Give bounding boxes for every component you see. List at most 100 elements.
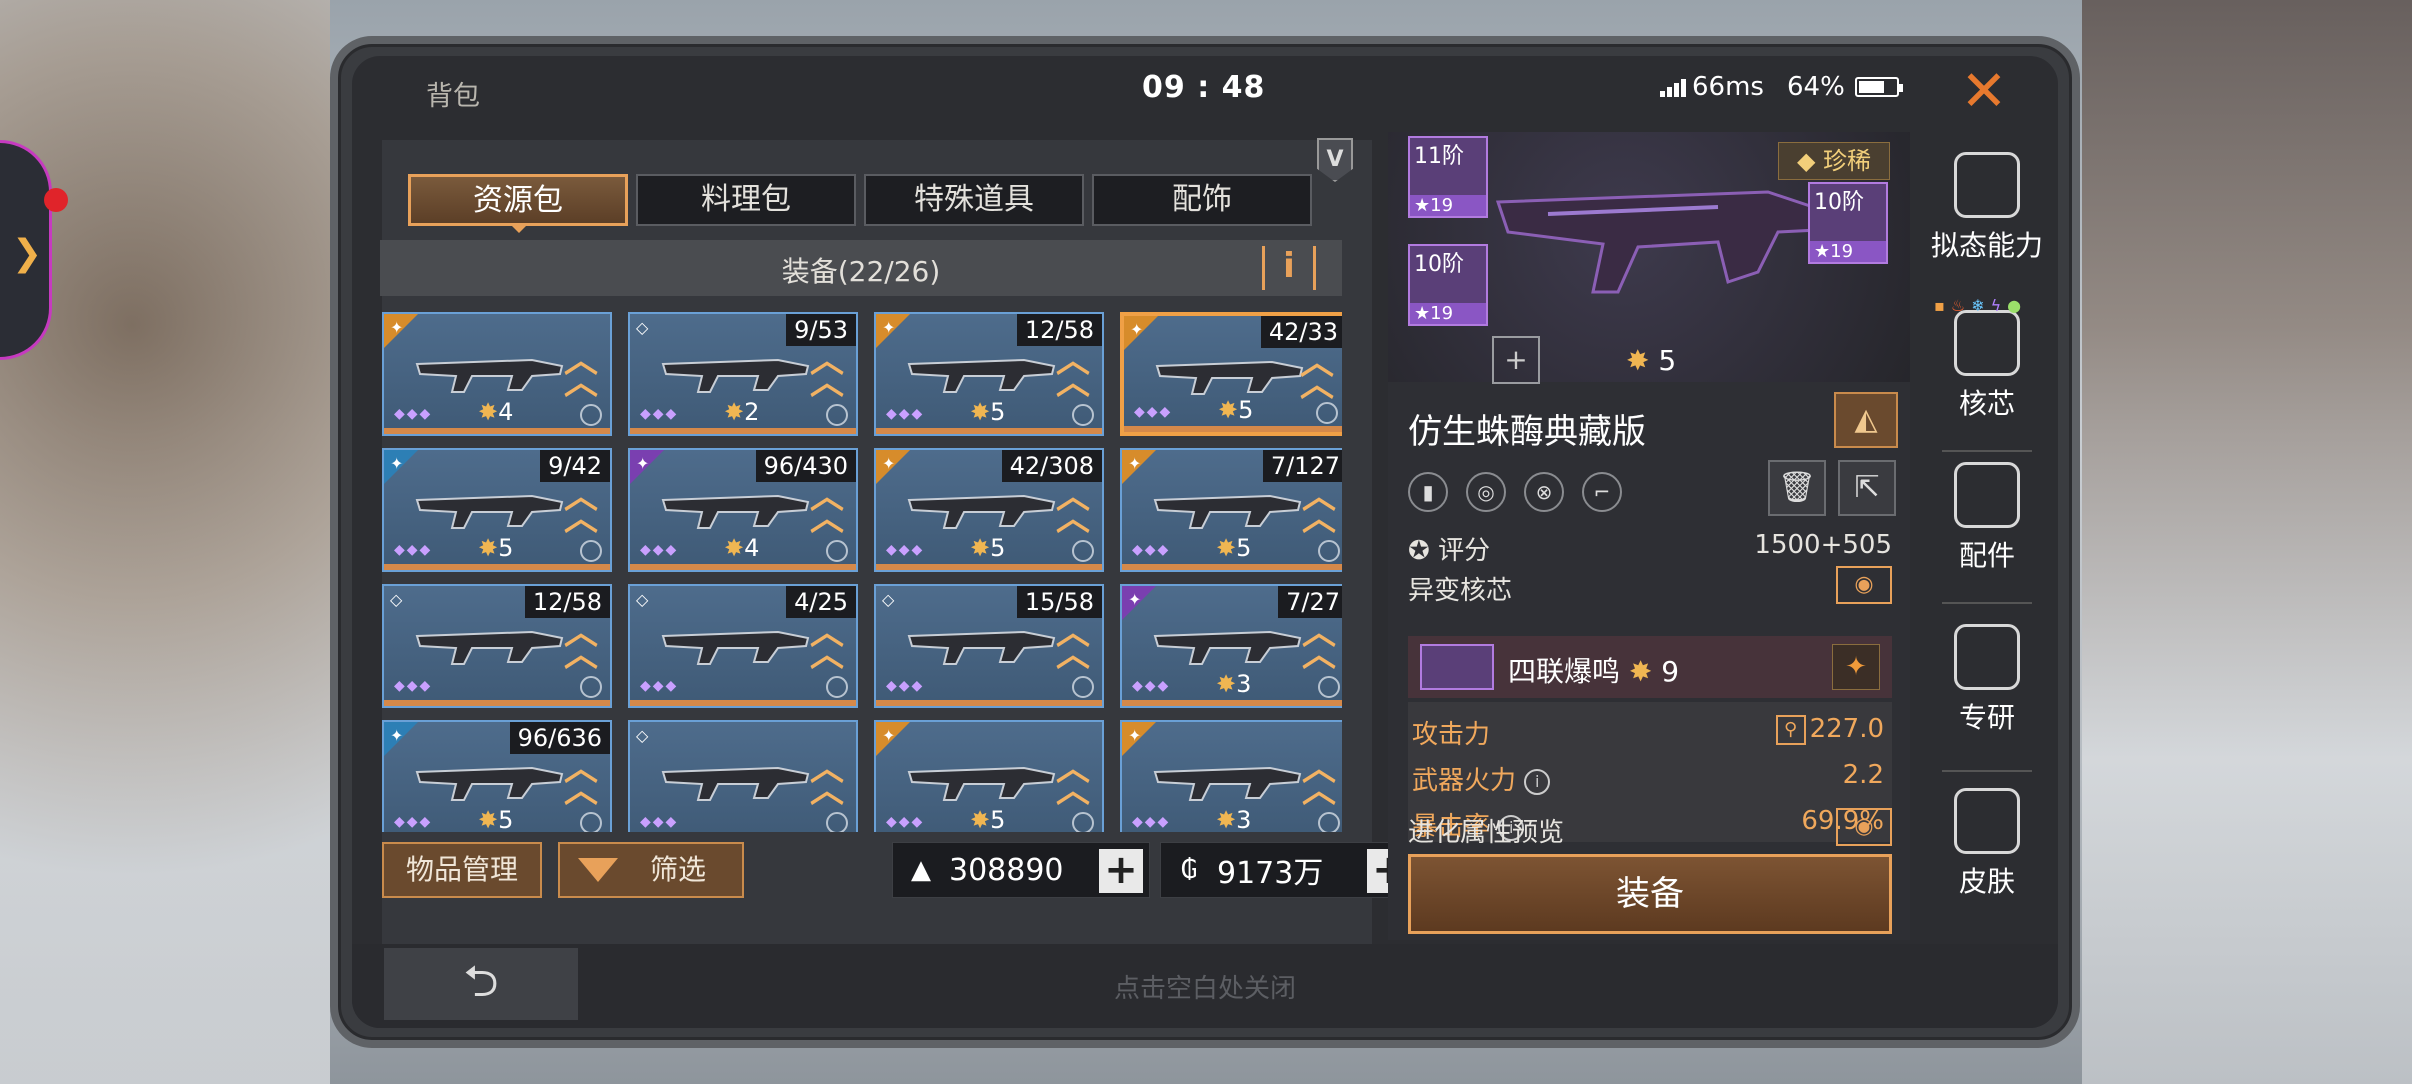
skin-swap-icon[interactable]: ◭ — [1834, 392, 1898, 448]
weapon-preview[interactable]: 11阶 ★19 10阶 ★19 10阶 ★19 ◆ 珍稀 + ✸ 5 — [1388, 132, 1910, 384]
equipment-cell[interactable]: ✦ 42/308 ︿ ︿ ◆◆◆ ✸5 — [874, 448, 1104, 572]
weapon-thumbnail — [661, 630, 810, 665]
eye-icon[interactable]: ◉ — [1836, 808, 1892, 846]
close-hint[interactable]: 点击空白处关闭 — [352, 968, 2058, 1005]
upgrade-chevron-icon: ︿ ︿ — [810, 341, 844, 403]
star-level: ✸3 — [1216, 806, 1252, 832]
lightning-icon: ϟ — [1990, 296, 2002, 315]
tab-resource-pack[interactable]: 资源包 — [408, 174, 628, 226]
slot-dots: ◆◆◆ — [394, 406, 433, 422]
rank-icon: ✦ — [390, 454, 404, 473]
upgrade-chevron-icon: ︿ ︿ — [564, 477, 598, 539]
pistol-icon[interactable]: ⌐ — [1582, 472, 1622, 512]
equip-button[interactable]: 装备 — [1408, 854, 1892, 934]
coin-icon: ₲ — [1180, 855, 1198, 885]
rank-icon: ✦ — [390, 318, 404, 337]
durability-bar — [876, 428, 1102, 434]
target-icon — [580, 540, 602, 562]
research-icon — [1954, 624, 2020, 690]
part-chip-1[interactable]: 11阶 ★19 — [1408, 136, 1488, 218]
equipment-cell[interactable]: ✦ ︿ ︿ ◆◆◆ ✸3 — [1120, 720, 1342, 832]
equipment-cell[interactable]: ✦ 7/127 ︿ ︿ ◆◆◆ ✸5 — [1120, 448, 1342, 572]
upgrade-chevron-icon: ︿ ︿ — [810, 477, 844, 539]
slot-dots: ◆◆◆ — [394, 542, 433, 558]
menu-core[interactable]: 核芯 — [1924, 310, 2050, 422]
equipment-cell[interactable]: ✦ 42/33 ︿ ︿ ◆◆◆ ✸5 — [1120, 312, 1342, 436]
menu-research[interactable]: 专研 — [1924, 624, 2050, 736]
slot-dots: ◆◆◆ — [394, 814, 433, 830]
mimic-ability-icon — [1954, 152, 2020, 218]
target-icon[interactable]: ⊗ — [1524, 472, 1564, 512]
side-drawer-tab[interactable]: ❯ — [0, 140, 52, 360]
equipment-cell[interactable]: ✦ 7/27 ︿ ︿ ◆◆◆ ✸3 — [1120, 584, 1342, 708]
score-label: 评分 — [1438, 536, 1491, 566]
slot-dots: ◆◆◆ — [1132, 542, 1171, 558]
ammo-icon[interactable]: ▮ — [1408, 472, 1448, 512]
share-button[interactable]: ⇱ — [1838, 460, 1896, 516]
weapon-thumbnail — [415, 630, 564, 665]
core-item-icon — [1420, 644, 1494, 690]
side-menu: 拟态能力 核芯 配件 专研 皮肤 — [1924, 132, 2050, 932]
rank-icon: ✦ — [636, 454, 650, 473]
part-chip-3[interactable]: 10阶 ★19 — [1808, 182, 1888, 264]
equipment-cell[interactable]: ◇ 4/25 ︿ ︿ ◆◆◆ — [628, 584, 858, 708]
item-management-button[interactable]: 物品管理 — [382, 842, 542, 898]
trash-icon: 🗑 — [1777, 470, 1817, 505]
attachment-icon — [1954, 462, 2020, 528]
star-level: ✸5 — [970, 398, 1006, 426]
star-level: ✸4 — [478, 398, 514, 426]
status-bar: 背包 09 : 48 66ms 64% ✕ — [352, 56, 2058, 122]
equipment-header: 装备(22/26) i — [380, 240, 1342, 296]
target-icon — [826, 676, 848, 698]
star-level: ✸2 — [724, 398, 760, 426]
equipment-cell[interactable]: ✦ 96/430 ︿ ︿ ◆◆◆ ✸4 — [628, 448, 858, 572]
core-icon — [1954, 310, 2020, 376]
slot-dots: ◆◆◆ — [640, 814, 679, 830]
close-button[interactable]: ✕ — [1952, 62, 2016, 126]
info-icon[interactable]: i — [1262, 246, 1316, 290]
star-level: ✸5 — [970, 534, 1006, 562]
eye-icon[interactable]: ◉ — [1836, 566, 1892, 604]
poison-icon: ● — [2007, 296, 2022, 315]
target-icon — [826, 540, 848, 562]
equipment-cell[interactable]: ◇ 15/58 ︿ ︿ ◆◆◆ — [874, 584, 1104, 708]
slot-dots: ◆◆◆ — [394, 678, 433, 694]
filter-button[interactable]: 筛选 — [558, 842, 744, 898]
equipment-cell[interactable]: ◇ 9/53 ︿ ︿ ◆◆◆ ✸2 — [628, 312, 858, 436]
weapon-thumbnail — [661, 766, 810, 801]
tab-food-pack[interactable]: 料理包 — [636, 174, 856, 226]
equipment-cell[interactable]: ◇ 12/58 ︿ ︿ ◆◆◆ — [382, 584, 612, 708]
info-icon[interactable]: i — [1524, 768, 1551, 795]
equipment-cell[interactable]: ◇ ︿ ︿ ◆◆◆ — [628, 720, 858, 832]
equipment-cell[interactable]: ✦ 12/58 ︿ ︿ ◆◆◆ ✸5 — [874, 312, 1104, 436]
delete-button[interactable]: 🗑 — [1768, 460, 1826, 516]
diamond-icon: ◇ — [636, 726, 649, 745]
menu-mimic-ability[interactable]: 拟态能力 — [1924, 152, 2050, 264]
close-icon: ✕ — [1960, 59, 2008, 124]
equipment-cell[interactable]: ✦ 9/42 ︿ ︿ ◆◆◆ ✸5 — [382, 448, 612, 572]
star-level: ✸5 — [1218, 396, 1254, 424]
menu-attachments[interactable]: 配件 — [1924, 462, 2050, 574]
add-ingot-button[interactable]: + — [1099, 849, 1143, 893]
tab-special-items[interactable]: 特殊道具 — [864, 174, 1084, 226]
target-icon — [1072, 812, 1094, 832]
core-slot[interactable]: 四联爆鸣 ✸ 9 ✦ — [1408, 636, 1892, 698]
search-icon[interactable]: ⚲ — [1775, 714, 1806, 745]
equipment-cell[interactable]: ✦ 96/636 ︿ ︿ ◆◆◆ ✸5 — [382, 720, 612, 832]
menu-skin[interactable]: 皮肤 — [1924, 788, 2050, 900]
equipment-cell[interactable]: ✦ ︿ ︿ ◆◆◆ ✸5 — [874, 720, 1104, 832]
currency-coin: ₲ 9173万 + — [1160, 842, 1418, 898]
weapon-thumbnail — [1153, 766, 1302, 801]
stat-attack: 攻击力 ⚲ 227.0 — [1412, 714, 1884, 750]
durability-bar — [1124, 426, 1342, 432]
part-chip-2[interactable]: 10阶 ★19 — [1408, 244, 1488, 326]
target-icon — [1072, 404, 1094, 426]
flame-icon[interactable]: ✦ — [1832, 644, 1880, 690]
equipment-cell[interactable]: ✦ ︿ ︿ ◆◆◆ ✸4 — [382, 312, 612, 436]
add-part-button[interactable]: + — [1492, 336, 1540, 384]
clock: 09 : 48 — [1142, 70, 1266, 105]
target-icon — [1316, 402, 1338, 424]
tab-accessories[interactable]: 配饰 — [1092, 174, 1312, 226]
star-level: ✸5 — [970, 806, 1006, 832]
spiral-icon[interactable]: ◎ — [1466, 472, 1506, 512]
